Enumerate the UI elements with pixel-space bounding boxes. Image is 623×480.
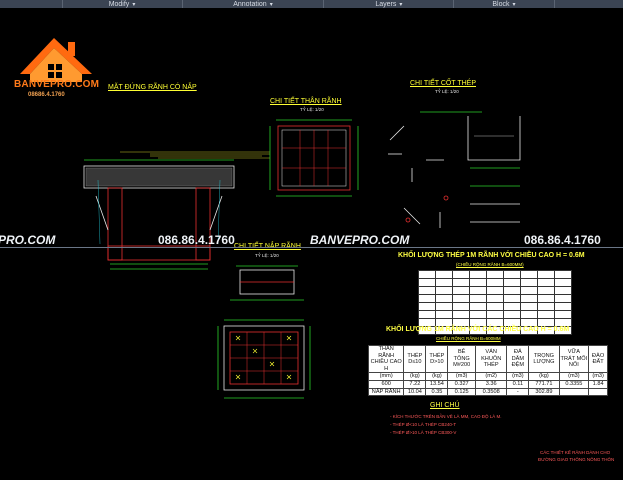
table-header-row: THÂN RÃNH CHIỀU CAO H THÉP D≤10 THÉP D>1… <box>367 344 608 374</box>
table-header-cell: VÁN KHUÔN THÉP <box>474 344 508 374</box>
elevation-drawing <box>83 151 270 270</box>
drawing-canvas[interactable]: BANVEPRO.COM 08686.4.1760 MẶT ĐỨNG RÃNH … <box>0 8 623 480</box>
table-header-cell: BÊ TÔNG M#200 <box>447 344 476 374</box>
body-detail-drawing <box>269 119 359 197</box>
watermark-phone-2: 086.86.4.1760 <box>524 233 601 247</box>
table-cell: - <box>506 387 530 397</box>
note-line: - THÉP Ø<10 LÀ THÉP CB240-T <box>390 422 457 427</box>
rebar-detail-drawing <box>388 111 521 228</box>
table2-title: KHỐI LƯỢNG 1M RÃNH VỚI CÁC CHIỀU CAO H =… <box>386 326 570 333</box>
ribbon-panel-layers[interactable]: Layers ▾ <box>324 0 455 8</box>
table-row: 600 7.22 13.54 0.327 3.36 0.11 771.71 0.… <box>367 379 608 389</box>
table-header-cell: VỮA TRÁT MỐI NỐI <box>558 344 590 374</box>
table2-subtitle: CHIỀU RỘNG RÃNH B=600MM <box>436 336 501 341</box>
stamp-line-2: ĐƯỜNG GIAO THÔNG NÔNG THÔN <box>538 457 615 462</box>
table-header-cell: ĐÀO ĐẤT <box>588 344 608 374</box>
table-header-cell: THÂN RÃNH CHIỀU CAO H <box>367 344 405 374</box>
table-cell: 0.125 <box>447 387 476 397</box>
notes-title: GHI CHÚ <box>430 402 460 409</box>
table-cell: (m3) <box>558 372 590 381</box>
watermark-site-center: BANVEPRO.COM <box>310 233 410 247</box>
note-line: - THÉP Ø>10 LÀ THÉP CB300-V <box>390 430 457 435</box>
table-cell: 7.22 <box>403 379 427 389</box>
table-cell: (m3) <box>588 372 608 381</box>
note-line: - KÍCH THƯỚC TRÊN BẢN VẼ LÀ MM, CAO ĐỘ L… <box>390 414 502 419</box>
table-cell: (m2) <box>474 372 508 381</box>
ribbon-panel-label: Layers <box>375 0 397 8</box>
table-cell: 600 <box>367 379 405 389</box>
concrete-quantity-table: THÂN RÃNH CHIỀU CAO H THÉP D≤10 THÉP D>1… <box>367 344 608 397</box>
stamp-line-1: CÁC THIẾT KẾ RÃNH DÀNH CHO <box>540 450 611 455</box>
watermark-phone-1: 086.86.4.1760 <box>158 233 235 247</box>
table-cell: 0.327 <box>447 379 476 389</box>
ribbon-spacer-right <box>555 0 623 8</box>
ribbon-panel-label: Block <box>492 0 510 8</box>
watermark-site-left: PRO.COM <box>0 233 56 247</box>
table-cell: NẮP RÃNH <box>367 387 405 397</box>
table1-subtitle: (CHIỀU RỘNG RÃNH B=600MM) <box>456 262 524 267</box>
table-cell: 302.89 <box>528 387 560 397</box>
table-row: NẮP RÃNH 10.04 0.35 0.125 0.3508 - 302.8… <box>367 387 608 397</box>
table-cell: 13.54 <box>425 379 449 389</box>
table1-title: KHỐI LƯỢNG THÉP 1M RÃNH VỚI CHIỀU CAO H … <box>398 252 585 259</box>
table-header-cell: THÉP D>10 <box>425 344 449 374</box>
chevron-down-icon: ▾ <box>132 1 136 8</box>
ribbon-panel-label: Modify <box>108 0 130 8</box>
table-cell: 0.3508 <box>474 387 508 397</box>
watermark-divider <box>0 247 623 248</box>
table-cell: 0.11 <box>506 379 530 389</box>
table-cell: 0.3355 <box>558 379 590 389</box>
table-cell: 771.71 <box>528 379 560 389</box>
table-header-cell: ĐÁ DĂM ĐỆM <box>506 344 530 374</box>
table-cell: 3.36 <box>474 379 508 389</box>
table-units-row: (mm) (kg) (kg) (m3) (m2) (m3) (kg) (m3) … <box>367 372 608 381</box>
table-cell <box>558 387 590 397</box>
ribbon-panel-label: Annotation <box>233 0 267 8</box>
cover-detail-drawing <box>217 265 311 399</box>
table-cell: 10.04 <box>403 387 427 397</box>
table-cell: 1.84 <box>588 379 608 389</box>
ribbon-panel-block[interactable]: Block ▾ <box>454 0 555 8</box>
table-cell: 0.35 <box>425 387 449 397</box>
table-cell: (kg) <box>403 372 427 381</box>
table-cell: (m3) <box>447 372 476 381</box>
chevron-down-icon: ▾ <box>269 1 273 8</box>
table-header-cell: THÉP D≤10 <box>403 344 427 374</box>
table-cell: (mm) <box>367 372 405 381</box>
ribbon-panel-modify[interactable]: Modify ▾ <box>63 0 183 8</box>
chevron-down-icon: ▾ <box>399 1 403 8</box>
ribbon-panel-bar: Modify ▾ Annotation ▾ Layers ▾ Block ▾ <box>0 0 623 8</box>
ribbon-spacer-left <box>0 0 63 8</box>
chevron-down-icon: ▾ <box>512 1 516 8</box>
table-cell: (kg) <box>425 372 449 381</box>
table-cell: (kg) <box>528 372 560 381</box>
ribbon-panel-annotation[interactable]: Annotation ▾ <box>183 0 325 8</box>
table-cell <box>588 387 608 397</box>
table-cell: (m3) <box>506 372 530 381</box>
table-header-cell: TRỌNG LƯỢNG <box>528 344 560 374</box>
